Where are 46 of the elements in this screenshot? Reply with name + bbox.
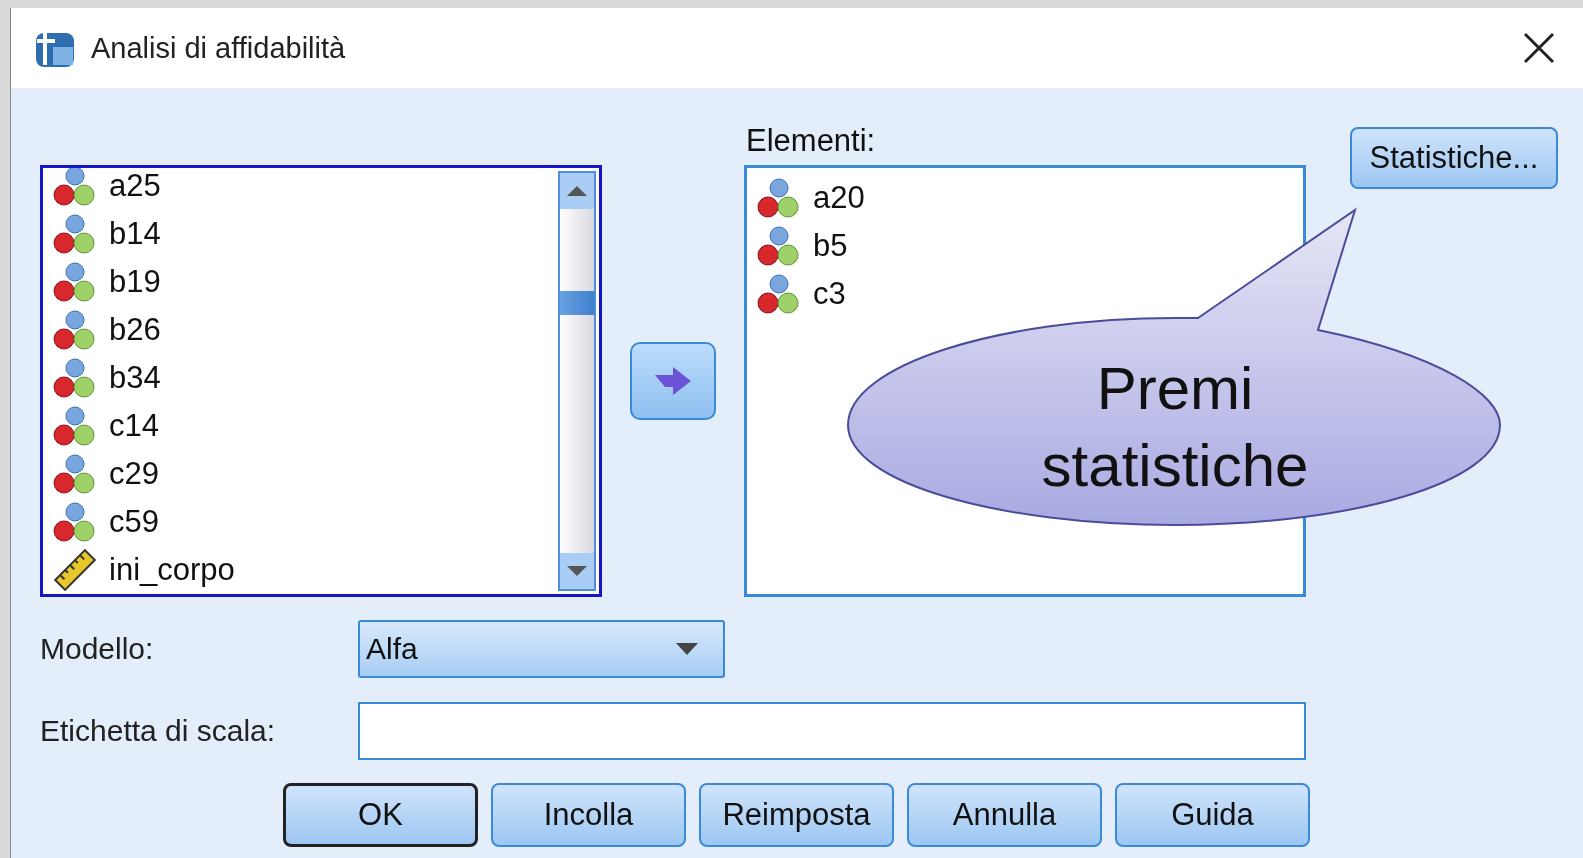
variable-item[interactable]: c59 (109, 504, 159, 540)
scroll-down-button[interactable] (560, 553, 594, 589)
list-label: Elementi: (745, 122, 877, 160)
field-label: Etichetta di scala: (40, 714, 277, 748)
nominal-variable-icon (757, 273, 801, 315)
down-triangle-icon (566, 565, 588, 577)
scale-label-input[interactable] (358, 702, 1306, 760)
variable-item[interactable]: c14 (109, 408, 159, 444)
nominal-variable-icon (53, 261, 97, 303)
arrow-icon (653, 365, 693, 397)
dialog-button[interactable]: OK (283, 783, 478, 847)
nominal-variable-icon (53, 501, 97, 543)
scroll-up-button[interactable] (560, 173, 594, 209)
variable-item[interactable]: c29 (109, 456, 159, 492)
close-icon[interactable] (1523, 32, 1555, 64)
scrollbar-thumb[interactable] (560, 291, 594, 315)
variable-item[interactable]: c3 (813, 276, 846, 312)
variable-item[interactable]: ini_corpo (109, 552, 235, 588)
variable-item[interactable]: b19 (109, 264, 161, 300)
model-dropdown[interactable]: Alfa (358, 620, 725, 678)
dialog-button[interactable]: Incolla (491, 783, 686, 847)
variable-list[interactable]: a25 b14 b19 b26 b34 c14 c29 c59 ini_corpo (40, 165, 602, 597)
variable-item[interactable]: a20 (813, 180, 865, 216)
move-right-button[interactable] (630, 342, 716, 420)
up-triangle-icon (566, 185, 588, 197)
variable-item[interactable]: b5 (813, 228, 848, 264)
nominal-variable-icon (53, 309, 97, 351)
nominal-variable-icon (53, 405, 97, 447)
callout-text: Premi statistiche (1040, 354, 1310, 501)
nominal-variable-icon (53, 357, 97, 399)
window-title: Analisi di affidabilità (91, 31, 346, 65)
field-label: Modello: (40, 632, 155, 666)
nominal-variable-icon (757, 177, 801, 219)
dropdown-arrow-icon (675, 642, 699, 656)
nominal-variable-icon (53, 453, 97, 495)
statistics-button[interactable]: Statistiche... (1350, 127, 1558, 189)
variable-item[interactable]: b26 (109, 312, 161, 348)
nominal-variable-icon (53, 168, 97, 207)
dialog-button[interactable]: Guida (1115, 783, 1310, 847)
nominal-variable-icon (53, 213, 97, 255)
variable-item[interactable]: a25 (109, 168, 161, 204)
nominal-variable-icon (757, 225, 801, 267)
variable-item[interactable]: b34 (109, 360, 161, 396)
dialog-button[interactable]: Reimposta (699, 783, 894, 847)
dialog-button[interactable]: Annulla (907, 783, 1102, 847)
variable-item[interactable]: b14 (109, 216, 161, 252)
